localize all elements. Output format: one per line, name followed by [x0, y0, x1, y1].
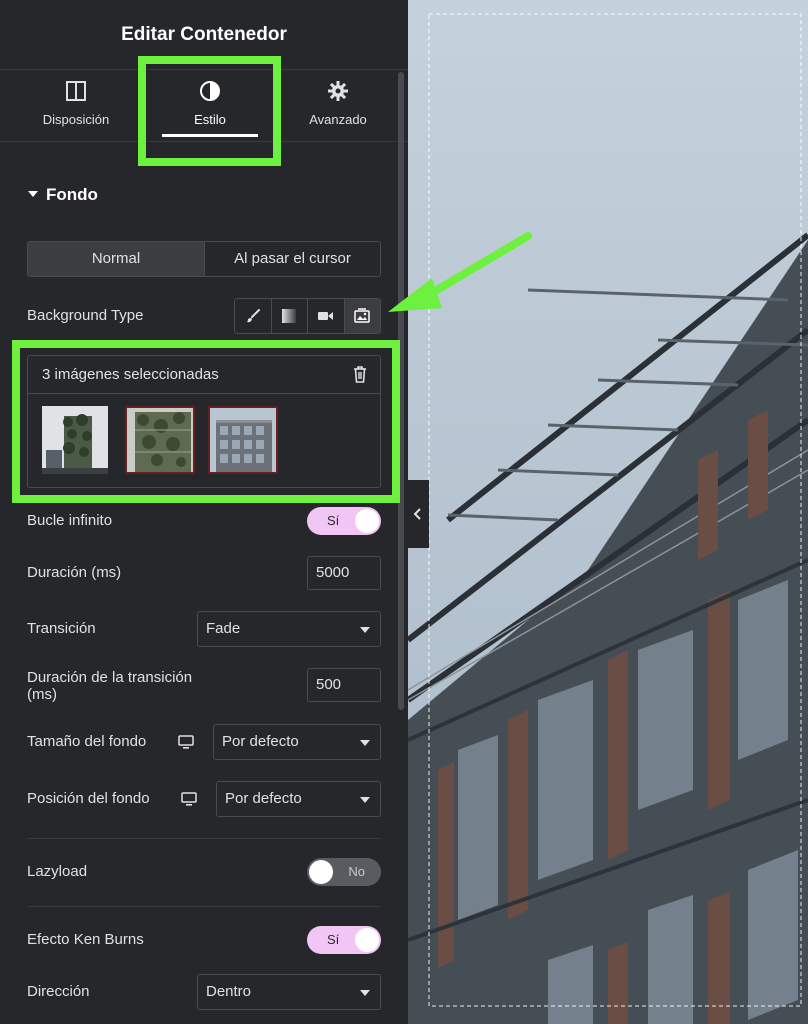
transition-duration-input[interactable]: 500 [307, 668, 381, 702]
bg-classic-button[interactable] [235, 299, 271, 333]
toggle-text: No [348, 864, 365, 879]
building-preview-image [408, 0, 808, 1024]
bg-size-label: Tamaño del fondo [27, 733, 147, 750]
bg-size-select[interactable]: Por defecto [213, 724, 381, 760]
annotation-arrow [388, 232, 532, 312]
gear-icon [328, 81, 348, 101]
chevron-left-icon [413, 508, 421, 520]
select-value: Dentro [206, 983, 252, 1000]
collapse-panel-button[interactable] [408, 480, 429, 548]
columns-icon [66, 81, 86, 101]
toggle-text: Sí [327, 513, 340, 528]
duration-label: Duración (ms) [27, 564, 122, 581]
state-switcher: Normal Al pasar el cursor [27, 241, 381, 277]
toggle-knob [309, 860, 333, 884]
gallery-highlight-box [12, 340, 400, 503]
bg-video-button[interactable] [307, 299, 344, 333]
toggle-knob [355, 928, 379, 952]
select-value: Por defecto [225, 790, 302, 807]
direction-select[interactable]: Dentro [197, 974, 381, 1010]
transition-select[interactable]: Fade [197, 611, 381, 647]
panel-title: Editar Contenedor [121, 24, 287, 45]
chevron-down-icon [360, 797, 370, 803]
direction-label: Dirección [27, 983, 90, 1000]
bg-position-label: Posición del fondo [27, 790, 150, 807]
section-label: Fondo [46, 185, 98, 204]
editor-panel: Editar Contenedor Disposición Estilo Ava… [0, 0, 408, 1024]
chevron-down-icon [360, 627, 370, 633]
bg-gradient-button[interactable] [270, 299, 308, 333]
lazyload-toggle[interactable]: No [307, 858, 381, 886]
divider [27, 838, 381, 839]
gradient-icon [282, 309, 297, 323]
tab-label: Disposición [42, 112, 110, 127]
caret-down-icon [28, 190, 38, 197]
transition-label: Transición [27, 620, 96, 637]
desktop-icon[interactable] [178, 735, 194, 749]
divider [27, 906, 381, 907]
duration-input[interactable]: 5000 [307, 556, 381, 590]
desktop-icon[interactable] [181, 792, 197, 806]
loop-label: Bucle infinito [27, 512, 113, 529]
ken-burns-label: Efecto Ken Burns [27, 931, 144, 948]
label-line: (ms) [27, 686, 57, 703]
background-type-label: Background Type [27, 307, 144, 324]
tab-avanzado[interactable]: Avanzado [278, 70, 398, 142]
background-type-control [234, 298, 381, 334]
select-value: Por defecto [222, 733, 299, 750]
label-line: Duración de la transición [27, 669, 193, 686]
chevron-down-icon [360, 740, 370, 746]
transition-duration-label: Duración de la transición (ms) [27, 669, 192, 703]
toggle-text: Sí [327, 932, 340, 947]
brush-icon [246, 309, 260, 323]
tab-disposicion[interactable]: Disposición [16, 70, 136, 142]
lazyload-label: Lazyload [27, 863, 88, 880]
loop-toggle[interactable]: Sí [307, 507, 381, 535]
tab-label: Avanzado [309, 112, 367, 127]
state-hover-button[interactable]: Al pasar el cursor [204, 242, 380, 276]
tab-highlight-box [138, 56, 281, 166]
bg-position-select[interactable]: Por defecto [216, 781, 381, 817]
bg-slideshow-button[interactable] [343, 299, 380, 333]
slideshow-icon [354, 308, 370, 323]
ken-burns-toggle[interactable]: Sí [307, 926, 381, 954]
select-value: Fade [206, 620, 241, 637]
section-toggle-fondo[interactable]: Fondo [28, 185, 98, 205]
chevron-down-icon [360, 990, 370, 996]
toggle-knob [355, 509, 379, 533]
video-icon [317, 312, 333, 320]
state-normal-button[interactable]: Normal [28, 242, 204, 276]
preview-canvas [408, 0, 808, 1024]
